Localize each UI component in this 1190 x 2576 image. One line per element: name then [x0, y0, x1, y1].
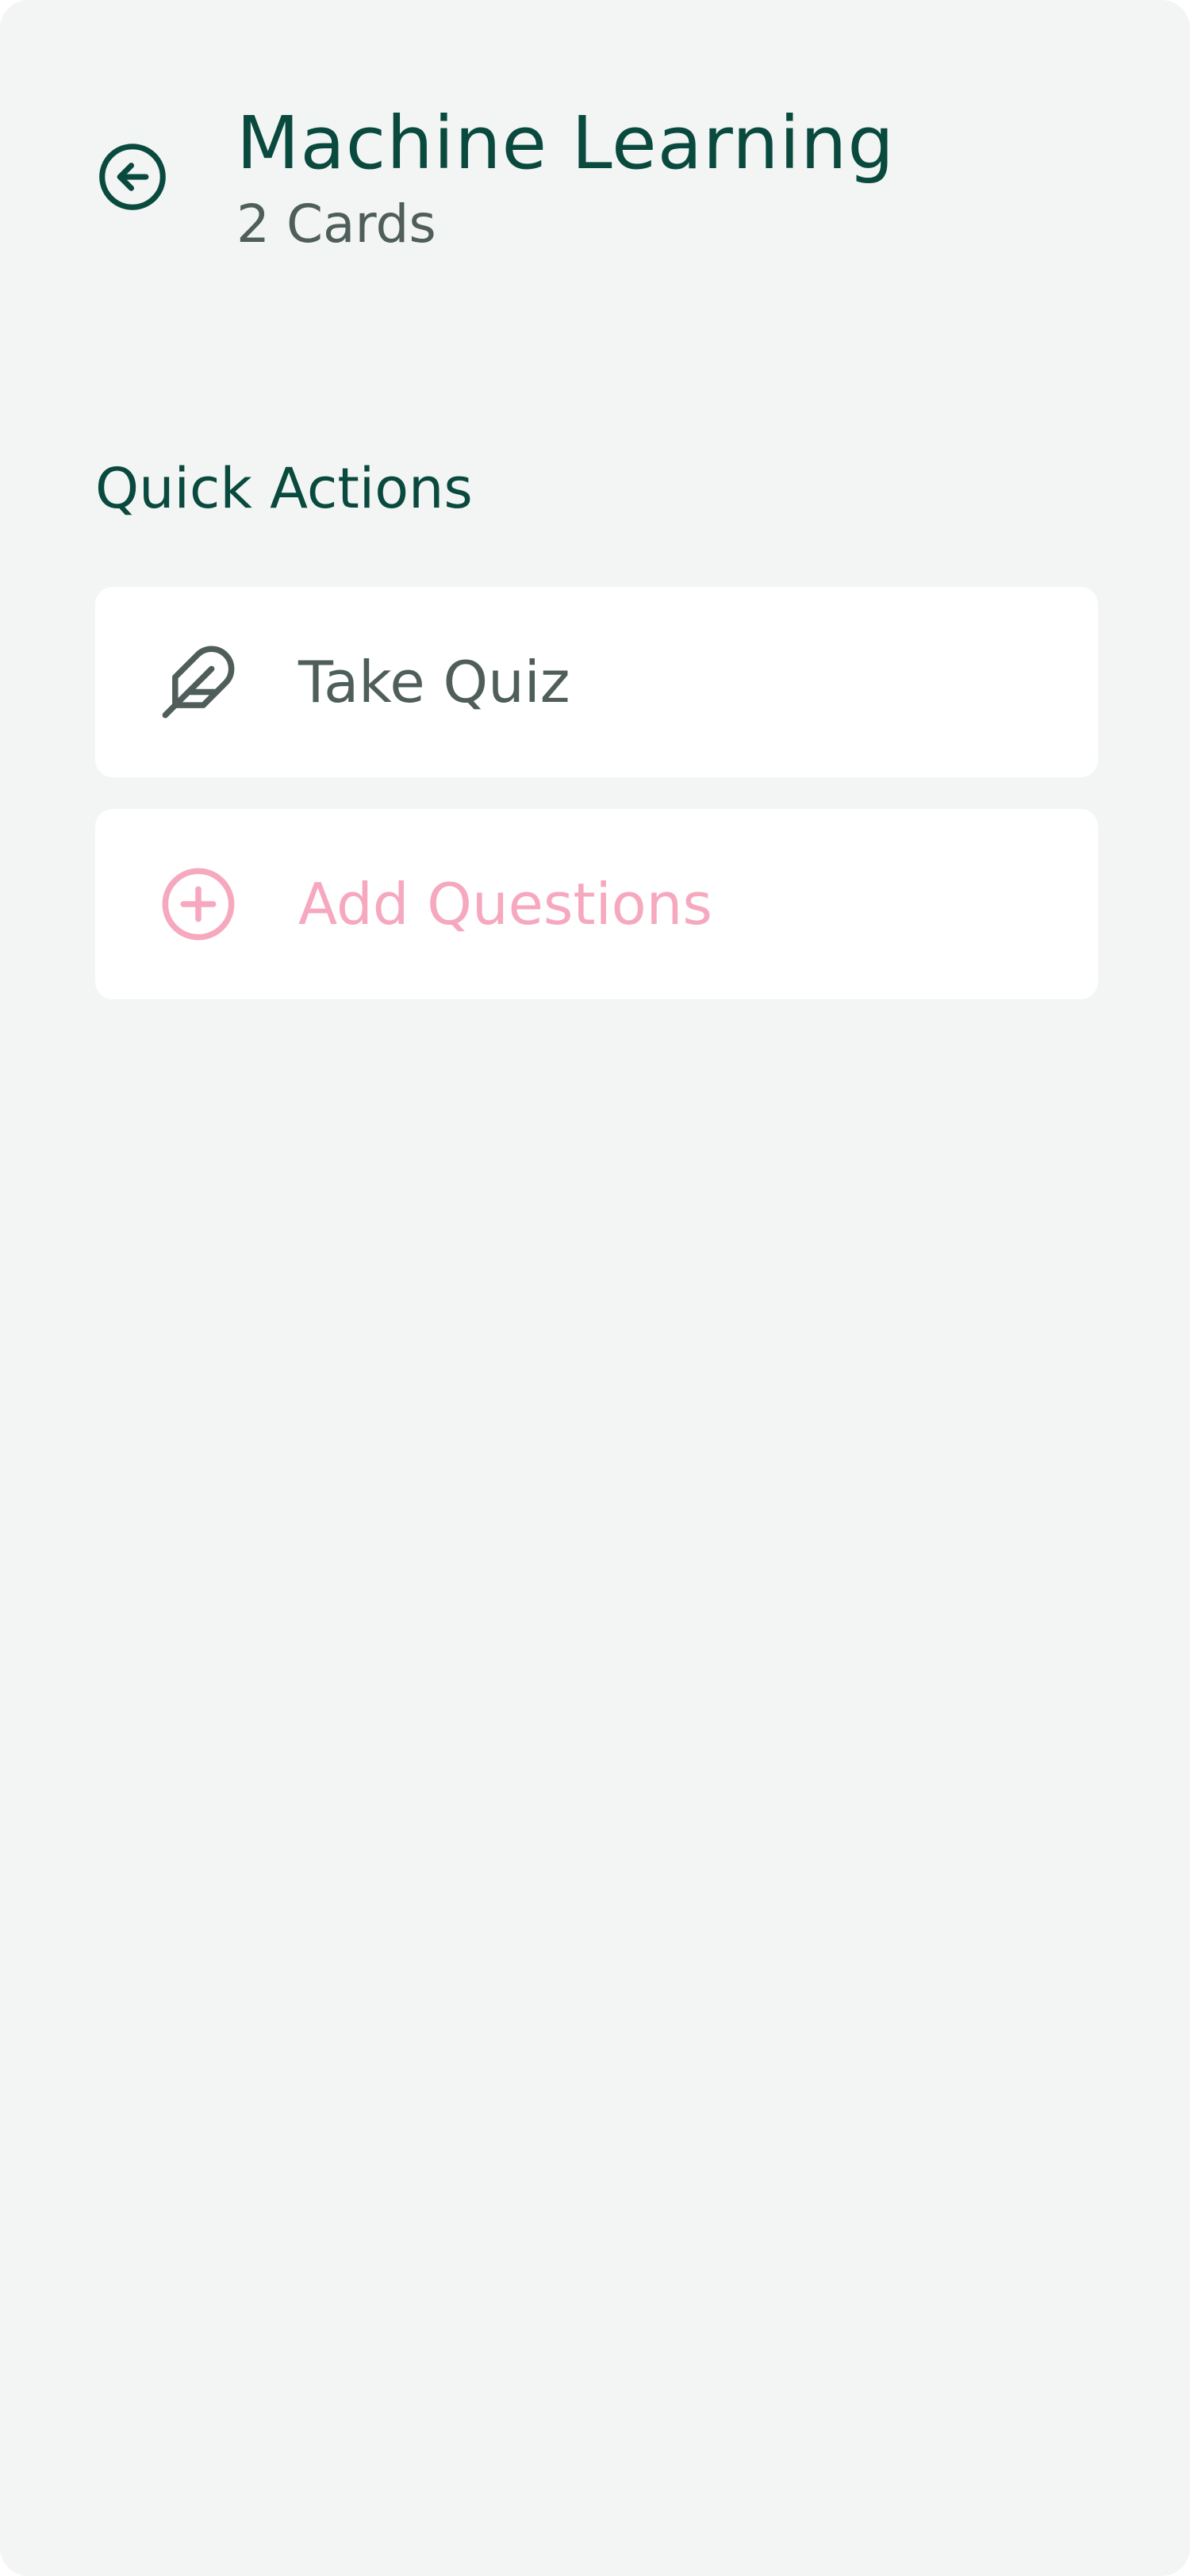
deck-detail-screen: Machine Learning 2 Cards Quick Actions T…: [0, 0, 1190, 2576]
card-count: 2 Cards: [236, 194, 436, 255]
take-quiz-button[interactable]: Take Quiz: [95, 587, 1098, 777]
quick-actions-heading: Quick Actions: [95, 456, 473, 521]
feather-icon: [159, 642, 238, 722]
deck-title: Machine Learning: [236, 101, 895, 186]
take-quiz-label: Take Quiz: [298, 649, 570, 715]
arrow-left-circle-icon: [99, 144, 166, 210]
add-questions-button[interactable]: Add Questions: [95, 809, 1098, 999]
plus-circle-icon: [159, 864, 238, 944]
back-button[interactable]: [97, 141, 168, 213]
add-questions-label: Add Questions: [298, 871, 712, 937]
